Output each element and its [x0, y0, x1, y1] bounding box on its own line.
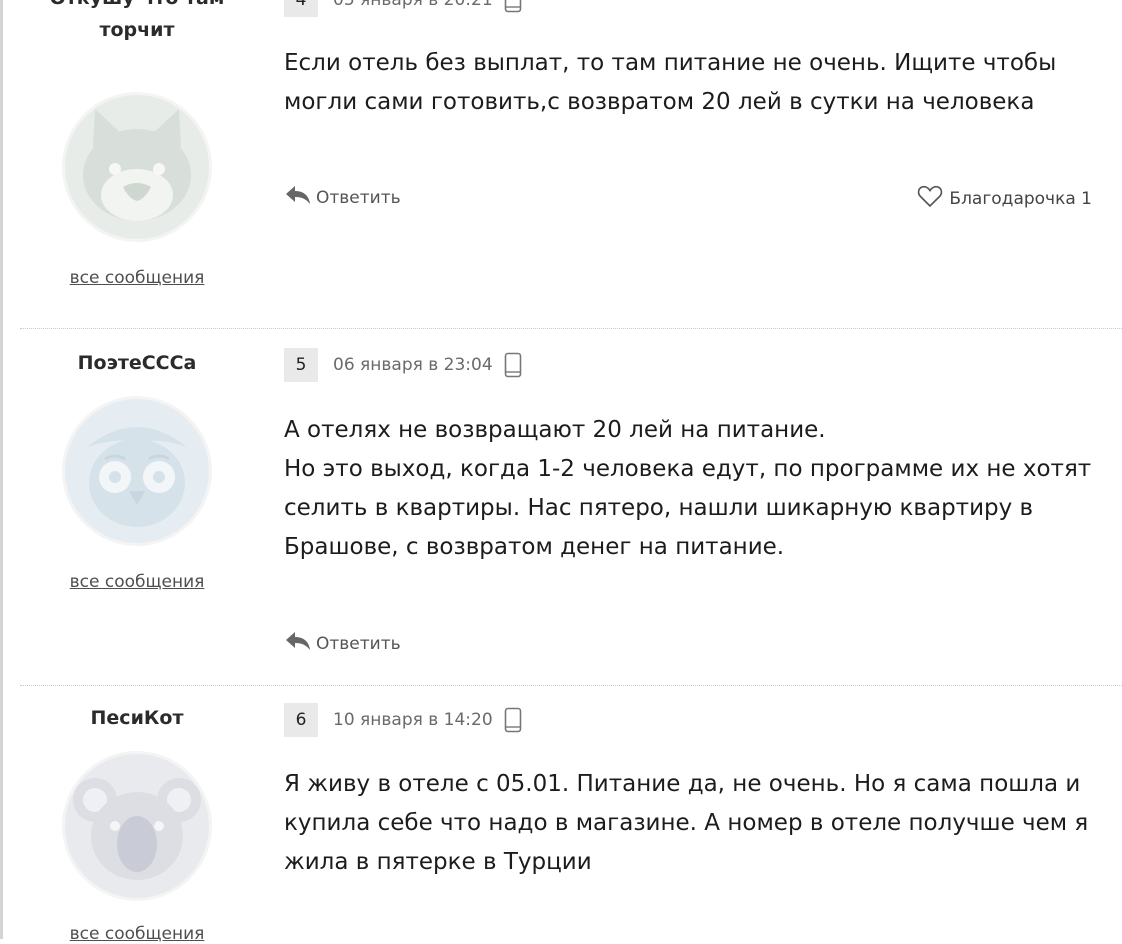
reply-label: Ответить	[316, 187, 401, 208]
comment-date: 05 января в 20:21	[333, 0, 493, 10]
post-author[interactable]: Откушу что там торчит	[20, 0, 254, 46]
comment-date: 10 января в 14:20	[333, 710, 493, 730]
thanks-label: Благодарочка 1	[949, 188, 1092, 209]
reply-button[interactable]: Ответить	[284, 629, 401, 658]
page-left-border	[0, 0, 3, 939]
reply-button[interactable]: Ответить	[284, 183, 401, 212]
comment-number[interactable]: 6	[284, 703, 318, 737]
thanks-button[interactable]: Благодарочка 1	[917, 184, 1092, 213]
heart-icon	[917, 184, 943, 213]
post-author[interactable]: ПоэтеСССа	[20, 347, 254, 379]
all-messages-link[interactable]: все сообщения	[20, 924, 254, 944]
comment-number[interactable]: 5	[284, 348, 318, 382]
mobile-device-icon	[504, 0, 522, 13]
mobile-device-icon	[504, 352, 522, 378]
comment-text: А отелях не возвращают 20 лей на питание…	[284, 417, 1092, 560]
reply-label: Ответить	[316, 633, 401, 654]
comment-number[interactable]: 4	[284, 0, 318, 17]
all-messages-link[interactable]: все сообщения	[20, 572, 254, 592]
all-messages-link[interactable]: все сообщения	[20, 268, 254, 288]
mobile-device-icon	[504, 707, 522, 733]
post-author[interactable]: ПесиКот	[20, 702, 254, 734]
koala-avatar-icon[interactable]	[62, 751, 212, 901]
comment-text: Если отель без выплат, то там питание не…	[284, 50, 1057, 115]
post-divider	[20, 328, 1122, 329]
fox-avatar-icon[interactable]	[62, 92, 212, 242]
reply-arrow-icon	[284, 183, 312, 212]
comment-date: 06 января в 23:04	[333, 355, 493, 375]
post-divider	[20, 685, 1122, 686]
owl-avatar-icon[interactable]	[62, 396, 212, 546]
comment-text: Я живу в отеле с 05.01. Питание да, не о…	[284, 771, 1089, 875]
reply-arrow-icon	[284, 629, 312, 658]
